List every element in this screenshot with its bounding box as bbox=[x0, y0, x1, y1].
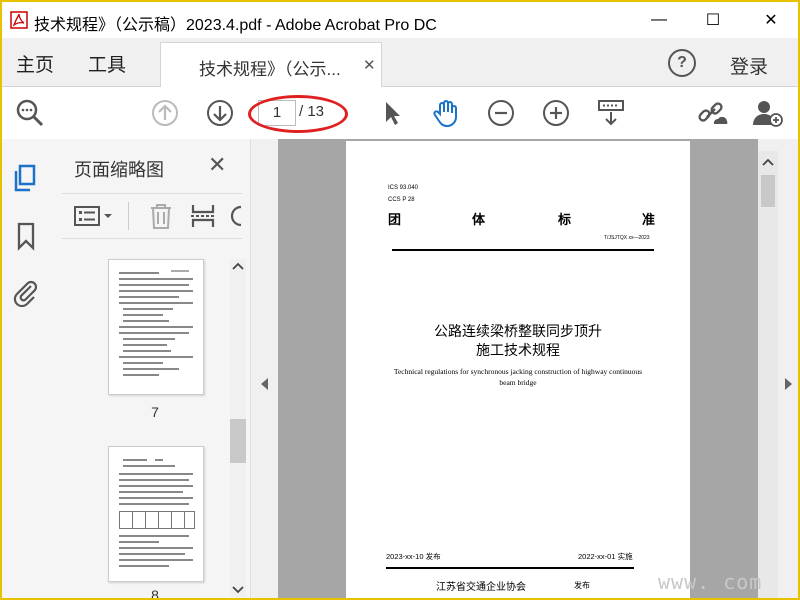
document-scroll-thumb[interactable] bbox=[761, 175, 775, 207]
document-page: ICS 93.040 CCS P 28 团 体 标 准 T/JSJTQX xx—… bbox=[346, 141, 690, 598]
thumbnail-page-label: 7 bbox=[151, 404, 159, 420]
publish-date: 2023-xx-10 发布 bbox=[386, 552, 441, 561]
english-title-line1: Technical regulations for synchronous ja… bbox=[393, 367, 643, 376]
header-char: 准 bbox=[642, 212, 656, 227]
expand-right-pane-icon[interactable] bbox=[784, 377, 794, 391]
select-cursor-icon[interactable] bbox=[376, 97, 408, 129]
page-thumbnail[interactable] bbox=[108, 446, 204, 582]
hand-tool-icon[interactable] bbox=[430, 97, 462, 129]
header-char: 体 bbox=[472, 212, 486, 227]
rotate-page-icon[interactable] bbox=[230, 204, 242, 228]
scroll-up-icon[interactable] bbox=[232, 261, 244, 271]
page-thumbnail[interactable] bbox=[108, 259, 204, 395]
app-window: 技术规程》（公示稿）2023.4.pdf - Adobe Acrobat Pro… bbox=[0, 0, 800, 600]
header-char: 标 bbox=[558, 212, 572, 227]
delete-page-icon[interactable] bbox=[148, 202, 174, 230]
zoom-search-icon[interactable] bbox=[14, 97, 46, 129]
minimize-button[interactable]: — bbox=[636, 2, 682, 38]
login-button[interactable]: 登录 bbox=[730, 52, 768, 79]
toolbar: 1 / 13 bbox=[2, 87, 798, 140]
tab-row: 主页 工具 技术规程》（公示... ✕ ? 登录 bbox=[2, 38, 798, 87]
publish-word: 发布 bbox=[574, 581, 590, 590]
add-user-icon[interactable] bbox=[751, 97, 783, 129]
thumbnail-panel: 页面缩略图 ✕ 7 8 bbox=[50, 139, 250, 598]
bookmarks-icon[interactable] bbox=[12, 221, 40, 251]
scroll-down-icon[interactable] bbox=[232, 585, 244, 595]
chinese-title-line1: 公路连续梁桥整联同步顶升 bbox=[434, 323, 602, 339]
panel-title: 页面缩略图 bbox=[74, 160, 164, 180]
ccs-code: CCS P 28 bbox=[388, 197, 415, 203]
watermark: www. com bbox=[658, 570, 763, 594]
page-thumbnails-icon[interactable] bbox=[12, 163, 40, 193]
document-tab-close-icon[interactable]: ✕ bbox=[363, 56, 376, 74]
attachments-icon[interactable] bbox=[12, 277, 40, 307]
scroll-mode-icon[interactable] bbox=[595, 97, 627, 129]
document-scrollbar[interactable] bbox=[758, 151, 778, 598]
ics-code: ICS 93.040 bbox=[388, 185, 419, 191]
navigation-rail bbox=[2, 139, 51, 598]
close-window-button[interactable]: ✕ bbox=[748, 2, 794, 38]
share-link-icon[interactable] bbox=[696, 97, 728, 129]
insert-page-icon[interactable] bbox=[190, 202, 216, 230]
title-bar: 技术规程》（公示稿）2023.4.pdf - Adobe Acrobat Pro… bbox=[2, 2, 798, 38]
window-title: 技术规程》（公示稿）2023.4.pdf - Adobe Acrobat Pro… bbox=[34, 17, 437, 34]
header-rule bbox=[392, 249, 654, 251]
implement-date: 2022-xx-01 实施 bbox=[578, 552, 633, 561]
panel-splitter[interactable] bbox=[250, 139, 279, 598]
zoom-in-icon[interactable] bbox=[540, 97, 572, 129]
publisher: 江苏省交通企业协会 bbox=[436, 582, 526, 593]
tab-tools[interactable]: 工具 bbox=[88, 50, 126, 77]
help-icon[interactable]: ? bbox=[668, 49, 696, 77]
document-tab[interactable]: 技术规程》（公示... ✕ bbox=[160, 42, 382, 87]
panel-scrollbar[interactable] bbox=[230, 259, 246, 598]
toolbar-divider bbox=[128, 202, 129, 230]
scroll-up-icon[interactable] bbox=[762, 157, 774, 167]
thumbnail-options-icon[interactable] bbox=[74, 205, 114, 227]
highlight-annotation-oval bbox=[248, 95, 348, 133]
thumbnail-page-label: 8 bbox=[151, 587, 159, 600]
chinese-title-line2: 施工技术规程 bbox=[476, 342, 560, 358]
footer-rule bbox=[386, 567, 634, 569]
acrobat-app-icon bbox=[10, 11, 28, 29]
panel-close-icon[interactable]: ✕ bbox=[208, 152, 226, 178]
collapse-panel-icon[interactable] bbox=[259, 377, 269, 391]
document-tab-label: 技术规程》（公示... bbox=[199, 60, 341, 79]
maximize-button[interactable]: ☐ bbox=[690, 2, 736, 38]
panel-toolbar bbox=[62, 193, 242, 239]
header-char: 团 bbox=[388, 212, 402, 227]
english-title-line2: beam bridge bbox=[499, 378, 537, 387]
zoom-out-icon[interactable] bbox=[485, 97, 517, 129]
next-page-icon[interactable] bbox=[204, 97, 236, 129]
panel-scroll-thumb[interactable] bbox=[230, 419, 246, 463]
document-view: ICS 93.040 CCS P 28 团 体 标 准 T/JSJTQX xx—… bbox=[278, 139, 758, 598]
previous-page-icon[interactable] bbox=[149, 97, 181, 129]
tab-home[interactable]: 主页 bbox=[16, 50, 54, 77]
standard-number: T/JSJTQX xx—2023 bbox=[604, 235, 650, 241]
